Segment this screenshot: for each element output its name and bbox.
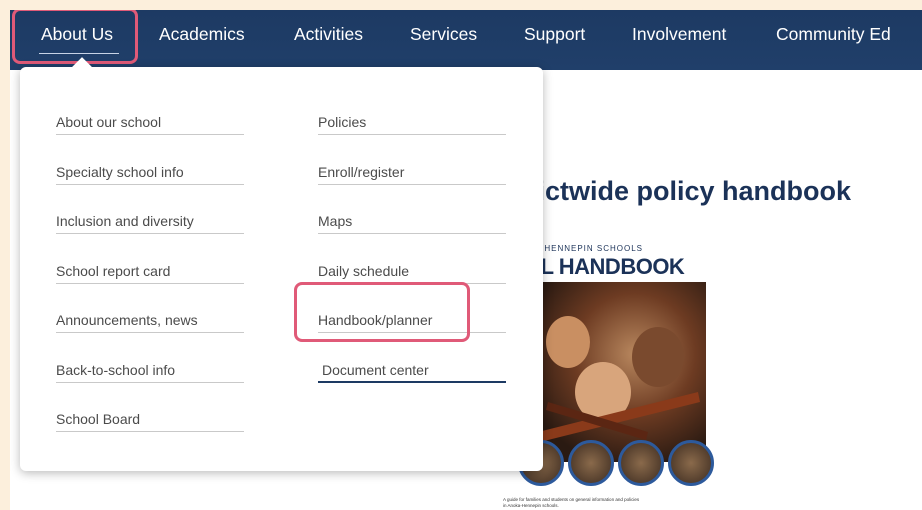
page-heading: rictwide policy handbook bbox=[527, 176, 852, 206]
portrait-2 bbox=[568, 440, 614, 486]
menu-back-to-school-info[interactable]: Back-to-school info bbox=[56, 335, 244, 383]
menu-document-center[interactable]: Document center bbox=[318, 335, 506, 383]
menu-label: Enroll/register bbox=[318, 164, 405, 180]
menu-label: Back-to-school info bbox=[56, 362, 176, 378]
menu-about-our-school[interactable]: About our school bbox=[56, 87, 244, 135]
menu-maps[interactable]: Maps bbox=[318, 186, 506, 234]
cover-subtitle: KA-HENNEPIN SCHOOLS bbox=[528, 244, 644, 253]
orchestra-photo bbox=[528, 282, 706, 462]
menu-label: Inclusion and diversity bbox=[56, 213, 194, 229]
menu-label: School Board bbox=[56, 411, 141, 427]
menu-label: About our school bbox=[56, 114, 162, 130]
about-us-dropdown: About our school Specialty school info I… bbox=[20, 57, 543, 471]
nav-about-us[interactable]: About Us bbox=[39, 10, 119, 62]
nav-community-ed[interactable]: Community Ed bbox=[776, 10, 891, 62]
nav-services[interactable]: Services bbox=[410, 10, 477, 62]
menu-label: Handbook/planner bbox=[318, 312, 433, 328]
menu-daily-schedule[interactable]: Daily schedule bbox=[318, 236, 506, 284]
orchestra-illustration bbox=[538, 316, 700, 442]
menu-label: Announcements, news bbox=[56, 312, 198, 328]
menu-school-report-card[interactable]: School report card bbox=[56, 236, 244, 284]
menu-announcements-news[interactable]: Announcements, news bbox=[56, 285, 244, 333]
menu-inclusion-diversity[interactable]: Inclusion and diversity bbox=[56, 186, 244, 234]
menu-label: School report card bbox=[56, 263, 171, 279]
menu-school-board[interactable]: School Board bbox=[56, 384, 244, 432]
main-navbar: About Us Academics Activities Services S… bbox=[10, 10, 922, 70]
nav-activities[interactable]: Activities bbox=[294, 10, 363, 62]
menu-label: Policies bbox=[318, 114, 367, 130]
portrait-4 bbox=[668, 440, 714, 486]
cover-title: OL HANDBOOK bbox=[524, 254, 685, 279]
menu-label: Document center bbox=[322, 362, 429, 378]
cover-portraits bbox=[518, 440, 718, 490]
menu-policies[interactable]: Policies bbox=[318, 87, 506, 135]
nav-academics[interactable]: Academics bbox=[159, 10, 245, 62]
portrait-3 bbox=[618, 440, 664, 486]
nav-involvement[interactable]: Involvement bbox=[632, 10, 726, 62]
menu-label: Daily schedule bbox=[318, 263, 410, 279]
nav-support[interactable]: Support bbox=[524, 10, 585, 62]
cover-footnote: A guide for families and students on gen… bbox=[503, 497, 640, 508]
menu-specialty-school-info[interactable]: Specialty school info bbox=[56, 137, 244, 185]
menu-enroll-register[interactable]: Enroll/register bbox=[318, 137, 506, 185]
menu-label: Maps bbox=[318, 213, 353, 229]
menu-handbook-planner[interactable]: Handbook/planner bbox=[318, 285, 506, 333]
page-frame: About Us Academics Activities Services S… bbox=[10, 10, 922, 510]
menu-label: Specialty school info bbox=[56, 164, 184, 180]
